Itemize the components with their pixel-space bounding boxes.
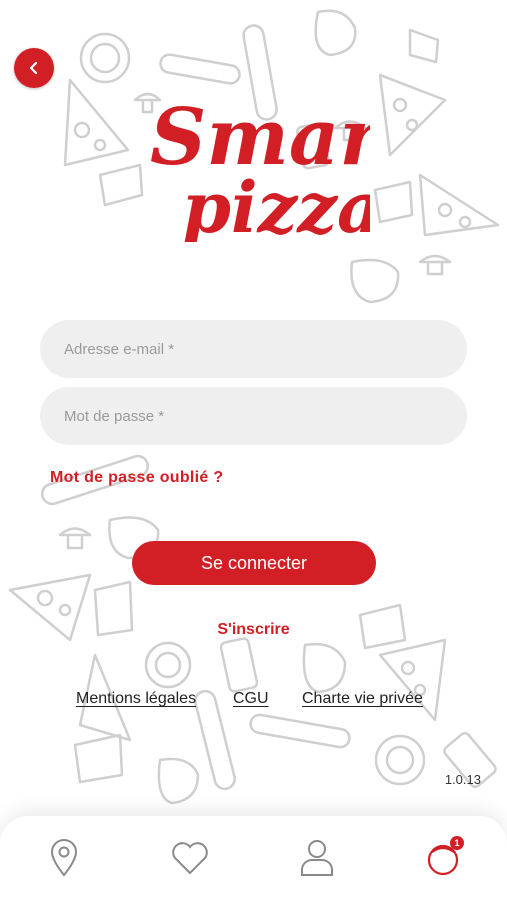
- user-icon: [301, 840, 333, 876]
- cgu-link[interactable]: CGU: [233, 690, 269, 708]
- location-pin-icon: [50, 839, 78, 877]
- bottom-navigation: [0, 816, 507, 900]
- forgot-password-link[interactable]: Mot de passe oublié ?: [50, 469, 223, 487]
- legal-mentions-link[interactable]: Mentions légales: [76, 690, 196, 708]
- email-field[interactable]: [40, 320, 467, 378]
- heart-icon: [172, 842, 208, 875]
- cart-count-badge: 1: [450, 836, 464, 850]
- logo-word-pizza: pizza: [182, 166, 370, 242]
- back-button[interactable]: [14, 48, 54, 88]
- privacy-charter-link[interactable]: Charte vie privée: [302, 690, 423, 708]
- login-button[interactable]: Se connecter: [132, 541, 376, 585]
- app-version: 1.0.13: [444, 772, 481, 787]
- password-field[interactable]: [40, 387, 467, 445]
- nav-favorites[interactable]: [168, 836, 212, 880]
- smart-pizza-logo: Smart pizza: [150, 92, 370, 242]
- signup-link[interactable]: S'inscrire: [0, 621, 507, 639]
- nav-account[interactable]: [295, 836, 339, 880]
- chevron-left-icon: [29, 61, 38, 75]
- nav-location[interactable]: [42, 836, 86, 880]
